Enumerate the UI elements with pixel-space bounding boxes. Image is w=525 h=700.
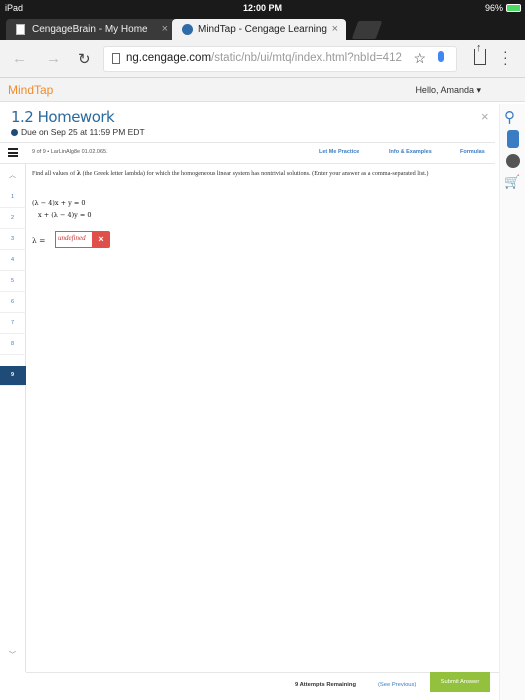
incorrect-clear-icon[interactable]: × xyxy=(92,231,110,248)
equation-2: x + (λ − 4)y = 0 xyxy=(38,211,92,219)
right-tool-rail: ⚲ 🛒 xyxy=(499,104,525,700)
tab-label: CengageBrain - My Home xyxy=(32,24,148,35)
user-menu[interactable]: Hello, Amanda ▾ xyxy=(415,85,481,96)
due-text: Due on Sep 25 at 11:59 PM EDT xyxy=(21,127,145,137)
mindtap-logo: MindTap xyxy=(8,83,54,97)
search-icon[interactable]: ⚲ xyxy=(504,108,522,126)
forward-arrow-icon[interactable]: → xyxy=(46,50,61,67)
equation-1: (λ − 4)x + y = 0 xyxy=(32,199,86,207)
question-nav-item[interactable]: 6 xyxy=(0,293,26,313)
more-menu-icon[interactable]: · · · xyxy=(503,44,508,70)
new-tab-button[interactable] xyxy=(351,21,383,39)
tab-strip: CengageBrain - My Home × MindTap - Cenga… xyxy=(0,16,525,40)
question-meta: 9 of 9 • LarLinAlg8e 01.02.065. xyxy=(32,149,108,155)
close-tab-icon[interactable]: × xyxy=(162,23,168,35)
attempts-remaining: 9 Attempts Remaining xyxy=(295,682,356,688)
cart-icon[interactable]: 🛒 xyxy=(504,174,522,192)
profile-icon[interactable] xyxy=(506,154,520,168)
mindtap-header: MindTap Hello, Amanda ▾ xyxy=(0,78,525,102)
question-footer: 9 Attempts Remaining (See Previous) Subm… xyxy=(26,672,499,700)
submit-answer-button[interactable]: Submit Answer xyxy=(430,672,490,692)
close-tab-icon[interactable]: × xyxy=(332,23,338,35)
question-nav: ︿ 1 2 3 4 5 6 7 8 9 ﹀ xyxy=(0,164,26,672)
battery-percent: 96% xyxy=(484,3,503,13)
question-nav-item[interactable]: 4 xyxy=(0,251,26,271)
prompt-end: (the Greek letter lambda) for which the … xyxy=(81,170,429,177)
tab-mindtap[interactable]: MindTap - Cengage Learning × xyxy=(172,19,346,40)
formulas-link[interactable]: Formulas xyxy=(460,149,485,155)
question-prompt: Find all values of λ (the Greek letter l… xyxy=(32,169,482,179)
assignment-title: 1.2 Homework xyxy=(11,108,115,126)
question-nav-item[interactable]: 5 xyxy=(0,272,26,292)
reload-icon[interactable]: ↻ xyxy=(78,50,91,68)
prompt-start: Find all values of xyxy=(32,170,77,177)
question-nav-item[interactable]: 2 xyxy=(0,209,26,229)
notebook-icon[interactable] xyxy=(507,130,519,148)
see-previous-link[interactable]: (See Previous) xyxy=(378,682,416,688)
close-assignment-icon[interactable]: × xyxy=(481,109,489,124)
globe-icon xyxy=(182,24,193,35)
let-me-practice-link[interactable]: Let Me Practice xyxy=(319,149,359,155)
ios-status-bar: iPad 12:00 PM 96% xyxy=(0,0,525,16)
due-date: Due on Sep 25 at 11:59 PM EDT xyxy=(11,127,145,137)
battery-icon xyxy=(506,4,521,12)
question-nav-item[interactable]: 3 xyxy=(0,230,26,250)
chevron-down-icon[interactable]: ﹀ xyxy=(9,650,16,660)
question-nav-item[interactable]: 8 xyxy=(0,335,26,355)
back-arrow-icon[interactable]: ← xyxy=(12,50,27,67)
page-icon xyxy=(16,24,25,35)
menu-icon[interactable] xyxy=(8,148,18,157)
chevron-up-icon[interactable]: ︿ xyxy=(9,170,16,180)
question-toolbar: 9 of 9 • LarLinAlg8e 01.02.065. Let Me P… xyxy=(0,142,495,164)
tab-label: MindTap - Cengage Learning xyxy=(198,24,327,35)
answer-label: λ = xyxy=(32,236,46,245)
url-input[interactable]: ng.cengage.com/static/nb/ui/mtq/index.ht… xyxy=(104,47,456,71)
microphone-icon[interactable] xyxy=(438,51,444,62)
question-nav-item[interactable]: 7 xyxy=(0,314,26,334)
clock: 12:00 PM xyxy=(242,3,283,13)
due-clock-icon xyxy=(11,129,18,136)
question-nav-item-active[interactable]: 9 xyxy=(0,366,26,386)
share-icon[interactable] xyxy=(474,42,486,65)
browser-toolbar: ← → ↻ ng.cengage.com/static/nb/ui/mtq/in… xyxy=(0,40,525,78)
info-examples-link[interactable]: Info & Examples xyxy=(389,149,432,155)
url-host: ng.cengage.com xyxy=(126,52,212,64)
answer-input[interactable]: undefined xyxy=(55,231,93,248)
url-path: /static/nb/ui/mtq/index.html?nbId=412 xyxy=(211,52,402,64)
tab-cengagebrain[interactable]: CengageBrain - My Home × xyxy=(6,19,176,40)
page-info-icon[interactable] xyxy=(112,53,120,64)
question-nav-item[interactable]: 1 xyxy=(0,188,26,208)
bookmark-star-icon[interactable]: ☆ xyxy=(413,50,426,67)
